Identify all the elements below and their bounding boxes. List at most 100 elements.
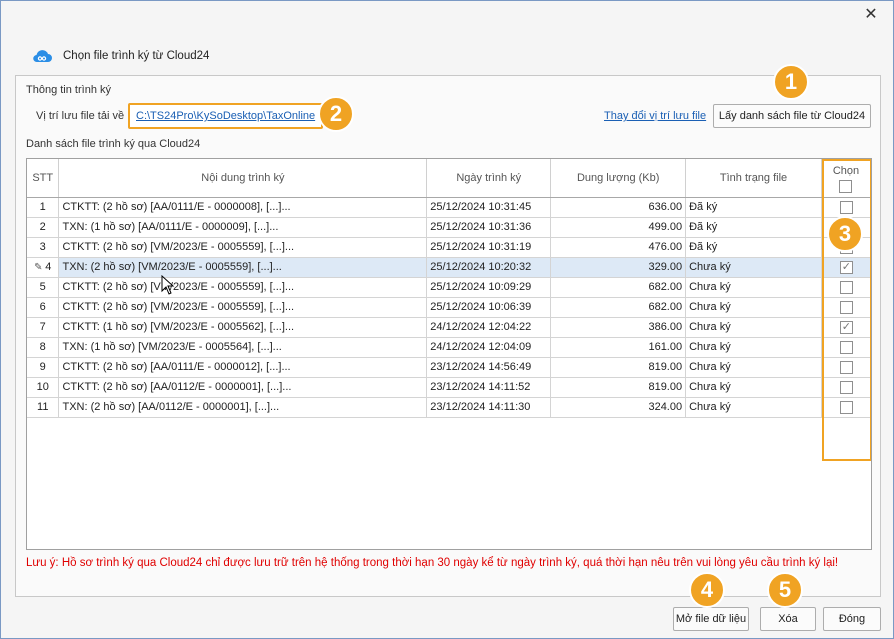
row-date: 25/12/2024 10:06:39 [426,297,552,318]
file-grid: STT Nội dung trình ký Ngày trình ký Dung… [26,158,872,550]
row-status: Đã ký [685,197,822,218]
row-checkbox[interactable] [839,400,853,414]
row-size: 682.00 [550,297,687,318]
row-date: 25/12/2024 10:31:36 [426,217,552,238]
row-size: 324.00 [550,397,687,418]
table-row[interactable]: 8 TXN: (1 hồ sơ) [VM/2023/E - 0005564], [… [27,337,871,358]
row-date: 24/12/2024 12:04:09 [426,337,552,358]
row-stt-value: 4 [45,261,52,273]
row-content: TXN: (2 hồ sơ) [AA/0112/E - 0000001], [.… [58,397,428,418]
list-label: Danh sách file trình ký qua Cloud24 [26,138,201,150]
fetch-list-button[interactable]: Lấy danh sách file từ Cloud24 [713,104,871,128]
close-button[interactable]: Đóng [823,607,881,631]
open-file-button[interactable]: Mở file dữ liệu [673,607,749,631]
row-status: Chưa ký [685,257,822,278]
col-content[interactable]: Nội dung trình ký [58,159,428,198]
row-select [821,197,871,218]
row-select [821,297,871,318]
row-checkbox[interactable] [839,260,853,274]
row-date: 25/12/2024 10:09:29 [426,277,552,298]
row-date: 24/12/2024 12:04:22 [426,317,552,338]
row-select [821,257,871,278]
row-size: 499.00 [550,217,687,238]
row-checkbox[interactable] [839,340,853,354]
row-checkbox[interactable] [839,280,853,294]
table-row[interactable]: 11 TXN: (2 hồ sơ) [AA/0112/E - 0000001], … [27,397,871,418]
row-content: CTKTT: (2 hồ sơ) [AA/0111/E - 0000012], … [58,357,428,378]
table-row[interactable]: 2 TXN: (1 hồ sơ) [AA/0111/E - 0000009], [… [27,217,871,238]
row-size: 819.00 [550,377,687,398]
table-header: STT Nội dung trình ký Ngày trình ký Dung… [27,159,871,198]
row-checkbox[interactable] [839,200,853,214]
row-date: 25/12/2024 10:20:32 [426,257,552,278]
row-date: 23/12/2024 14:56:49 [426,357,552,378]
row-content: TXN: (2 hồ sơ) [VM/2023/E - 0005559], [.… [58,257,428,278]
row-size: 636.00 [550,197,687,218]
change-location-link[interactable]: Thay đổi vị trí lưu file [604,110,706,122]
row-date: 23/12/2024 14:11:30 [426,397,552,418]
cloud-icon [33,50,52,63]
row-content: CTKTT: (2 hồ sơ) [AA/0111/E - 0000008], … [58,197,428,218]
table-row[interactable]: 1 CTKTT: (2 hồ sơ) [AA/0111/E - 0000008],… [27,197,871,218]
step-badge-4: 4 [689,572,725,608]
row-checkbox[interactable] [839,320,853,334]
row-stt: 10 [27,377,60,398]
row-checkbox[interactable] [839,300,853,314]
col-date[interactable]: Ngày trình ký [426,159,552,198]
step-badge-5: 5 [767,572,803,608]
row-stt: 3 [27,237,60,258]
row-status: Chưa ký [685,337,822,358]
row-stt: 1 [27,197,60,218]
row-select [821,357,871,378]
row-date: 23/12/2024 14:11:52 [426,377,552,398]
group-label: Thông tin trình ký [26,84,111,96]
close-icon[interactable]: ✕ [863,7,879,23]
row-status: Đã ký [685,237,822,258]
table-row[interactable]: 9 CTKTT: (2 hồ sơ) [AA/0111/E - 0000012],… [27,357,871,378]
info-group: Thông tin trình ký Vị trí lưu file tải v… [15,75,881,597]
row-stt: 5 [27,277,60,298]
delete-button[interactable]: Xóa [760,607,816,631]
row-size: 161.00 [550,337,687,358]
row-status: Chưa ký [685,317,822,338]
col-status[interactable]: Tình trạng file [685,159,822,198]
row-select [821,337,871,358]
row-size: 476.00 [550,237,687,258]
row-status: Chưa ký [685,357,822,378]
col-select-label: Chọn [832,164,860,177]
row-select [821,377,871,398]
table-row[interactable]: 6 CTKTT: (2 hồ sơ) [VM/2023/E - 0005559],… [27,297,871,318]
table-row[interactable]: ✎ 4 TXN: (2 hồ sơ) [VM/2023/E - 0005559],… [27,257,871,278]
dialog-title: Chọn file trình ký từ Cloud24 [63,50,210,62]
row-select [821,277,871,298]
col-stt[interactable]: STT [27,159,60,198]
table-row[interactable]: 5 CTKTT: (2 hồ sơ) [VM/2023/E - 0005559],… [27,277,871,298]
row-stt: ✎ 4 [27,257,60,278]
row-status: Chưa ký [685,377,822,398]
row-size: 386.00 [550,317,687,338]
mouse-pointer-icon [161,275,175,295]
row-status: Đã ký [685,217,822,238]
row-checkbox[interactable] [839,380,853,394]
select-all-checkbox[interactable] [839,179,853,193]
file-table: STT Nội dung trình ký Ngày trình ký Dung… [27,159,871,418]
location-label: Vị trí lưu file tải về [36,110,125,122]
dialog-window: ✕ Chọn file trình ký từ Cloud24 Thông ti… [0,0,894,639]
table-row[interactable]: 7 CTKTT: (1 hồ sơ) [VM/2023/E - 0005562],… [27,317,871,338]
location-path-link[interactable]: C:\TS24Pro\KySoDesktop\TaxOnline [128,103,324,129]
row-date: 25/12/2024 10:31:45 [426,197,552,218]
table-row[interactable]: 10 CTKTT: (2 hồ sơ) [AA/0112/E - 0000001]… [27,377,871,398]
row-size: 682.00 [550,277,687,298]
row-stt: 7 [27,317,60,338]
row-size: 819.00 [550,357,687,378]
dialog-header: Chọn file trình ký từ Cloud24 [31,45,209,67]
row-checkbox[interactable] [839,360,853,374]
row-status: Chưa ký [685,297,822,318]
row-date: 25/12/2024 10:31:19 [426,237,552,258]
row-content: TXN: (1 hồ sơ) [AA/0111/E - 0000009], [.… [58,217,428,238]
col-select[interactable]: Chọn [821,159,871,198]
table-row[interactable]: 3 CTKTT: (2 hồ sơ) [VM/2023/E - 0005559],… [27,237,871,258]
row-select [821,397,871,418]
step-badge-3: 3 [827,216,863,252]
col-size[interactable]: Dung lượng (Kb) [550,159,687,198]
